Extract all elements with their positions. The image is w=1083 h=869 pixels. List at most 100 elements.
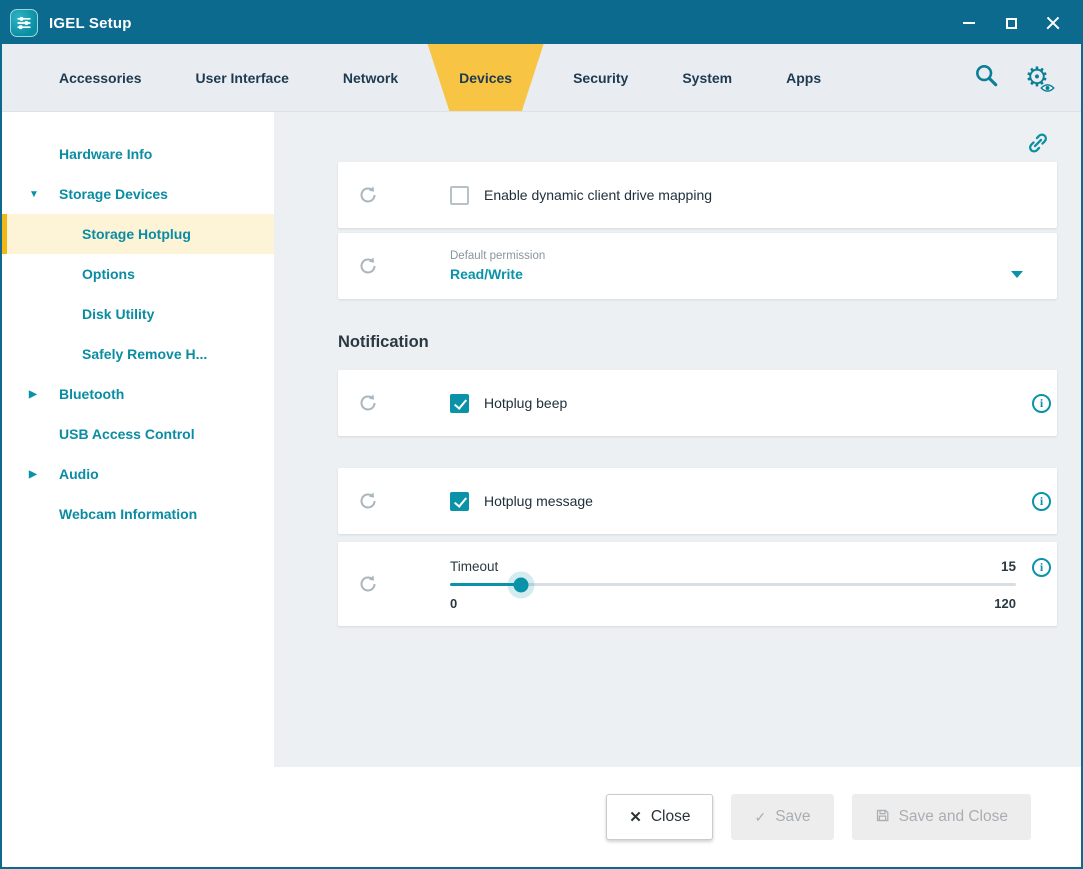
sidebar-item-label: Webcam Information (59, 506, 197, 522)
reset-to-default-icon[interactable] (338, 256, 398, 276)
sidebar-item-options[interactable]: Options (2, 254, 274, 294)
drive-mapping-checkbox[interactable] (450, 186, 469, 205)
tab-label: User Interface (196, 70, 289, 86)
param-row-drive-mapping: Enable dynamic client drive mapping (338, 162, 1057, 228)
link-icon[interactable] (1025, 130, 1051, 161)
sidebar-item-safely-remove[interactable]: Safely Remove H... (2, 334, 274, 374)
reset-to-default-icon[interactable] (338, 491, 398, 511)
tab-system[interactable]: System (655, 44, 759, 111)
timeout-min: 0 (450, 596, 457, 611)
tab-label: System (682, 70, 732, 86)
sidebar-item-label: Safely Remove H... (82, 346, 207, 362)
chevron-right-icon[interactable]: ▶ (29, 389, 37, 400)
default-permission-field: Default permission Read/Write (398, 240, 1057, 292)
drive-mapping-label: Enable dynamic client drive mapping (484, 187, 712, 203)
info-icon[interactable]: i (1032, 492, 1051, 511)
igel-setup-window: IGEL Setup Accessories User Interface Ne… (0, 0, 1083, 869)
param-row-timeout: Timeout 15 0 120 i (338, 542, 1057, 626)
param-row-hotplug-beep: Hotplug beep i (338, 370, 1057, 436)
default-permission-value: Read/Write (450, 266, 523, 282)
sidebar-item-usb-access-control[interactable]: USB Access Control (2, 414, 274, 454)
sidebar-item-label: Hardware Info (59, 146, 152, 162)
hotplug-message-checkbox[interactable] (450, 492, 469, 511)
igel-logo-icon (10, 9, 38, 37)
tab-apps[interactable]: Apps (759, 44, 848, 111)
slider-fill (450, 583, 521, 586)
hotplug-message-label: Hotplug message (484, 493, 593, 509)
section-title-notification: Notification (338, 333, 1057, 352)
tab-label: Devices (459, 70, 512, 86)
tab-bar: Accessories User Interface Network Devic… (2, 44, 1081, 112)
tab-accessories[interactable]: Accessories (32, 44, 169, 111)
timeout-label: Timeout (450, 559, 498, 574)
save-and-close-button-label: Save and Close (899, 808, 1008, 826)
sidebar-item-label: Options (82, 266, 135, 282)
tab-devices[interactable]: Devices (425, 44, 546, 111)
sidebar-item-label: USB Access Control (59, 426, 195, 442)
x-icon: ✕ (629, 808, 642, 826)
floppy-icon (875, 808, 890, 826)
sidebar-item-storage-devices[interactable]: ▼ Storage Devices (2, 174, 274, 214)
sidebar-item-label: Audio (59, 466, 99, 482)
sidebar-item-label: Bluetooth (59, 386, 124, 402)
chevron-right-icon[interactable]: ▶ (29, 469, 37, 480)
timeout-field: Timeout 15 0 120 (398, 547, 1016, 621)
reset-to-default-icon[interactable] (338, 574, 398, 594)
hotplug-beep-field: Hotplug beep (398, 394, 1016, 413)
close-setup-button[interactable]: ✕ Close (606, 794, 713, 840)
tab-label: Accessories (59, 70, 142, 86)
close-button[interactable] (1035, 8, 1071, 38)
default-permission-label: Default permission (450, 250, 1037, 262)
minimize-icon (963, 22, 975, 24)
slider-thumb[interactable] (513, 577, 528, 592)
sidebar-nav: Hardware Info ▼ Storage Devices Storage H… (2, 112, 274, 767)
tabbar-icons: ⚙ (973, 44, 1063, 111)
title-bar: IGEL Setup (2, 2, 1081, 44)
gear-eye-icon[interactable]: ⚙ (1021, 62, 1053, 94)
main-body: Hardware Info ▼ Storage Devices Storage H… (2, 112, 1081, 767)
default-permission-select[interactable]: Default permission Read/Write (450, 240, 1037, 292)
sidebar-item-label: Disk Utility (82, 306, 154, 322)
sidebar-item-webcam-information[interactable]: Webcam Information (2, 494, 274, 534)
param-row-default-permission: Default permission Read/Write (338, 233, 1057, 299)
hotplug-message-field: Hotplug message (398, 492, 1016, 511)
save-button[interactable]: ✓ Save (731, 794, 833, 840)
eye-icon (1040, 83, 1055, 93)
window-title: IGEL Setup (49, 15, 132, 32)
info-icon[interactable]: i (1032, 558, 1051, 577)
sidebar-item-hardware-info[interactable]: Hardware Info (2, 134, 274, 174)
param-row-hotplug-message: Hotplug message i (338, 468, 1057, 534)
maximize-button[interactable] (993, 8, 1029, 38)
tab-security[interactable]: Security (546, 44, 655, 111)
reset-to-default-icon[interactable] (338, 185, 398, 205)
sidebar-item-bluetooth[interactable]: ▶ Bluetooth (2, 374, 274, 414)
drive-mapping-field: Enable dynamic client drive mapping (398, 186, 1057, 205)
timeout-value: 15 (1001, 559, 1016, 574)
close-icon (1046, 16, 1060, 30)
tab-user-interface[interactable]: User Interface (169, 44, 316, 111)
tab-label: Network (343, 70, 398, 86)
minimize-button[interactable] (951, 8, 987, 38)
footer-bar: ✕ Close ✓ Save Save and Close (2, 767, 1081, 867)
tab-network[interactable]: Network (316, 44, 425, 111)
window-controls (951, 8, 1071, 38)
close-button-label: Close (651, 808, 691, 826)
check-icon: ✓ (754, 809, 766, 826)
maximize-icon (1006, 18, 1017, 29)
tab-label: Security (573, 70, 628, 86)
sidebar-item-label: Storage Hotplug (82, 226, 191, 242)
timeout-max: 120 (994, 596, 1016, 611)
timeout-slider[interactable] (450, 583, 1016, 586)
search-icon[interactable] (973, 62, 999, 93)
content-panel: Enable dynamic client drive mapping Defa… (274, 112, 1081, 767)
sidebar-item-audio[interactable]: ▶ Audio (2, 454, 274, 494)
reset-to-default-icon[interactable] (338, 393, 398, 413)
sidebar-item-disk-utility[interactable]: Disk Utility (2, 294, 274, 334)
chevron-down-icon[interactable]: ▼ (29, 189, 39, 200)
sidebar-item-storage-hotplug[interactable]: Storage Hotplug (2, 214, 274, 254)
chevron-down-icon[interactable] (1011, 271, 1023, 278)
save-and-close-button[interactable]: Save and Close (852, 794, 1031, 840)
sidebar-item-label: Storage Devices (59, 186, 168, 202)
hotplug-beep-checkbox[interactable] (450, 394, 469, 413)
info-icon[interactable]: i (1032, 394, 1051, 413)
